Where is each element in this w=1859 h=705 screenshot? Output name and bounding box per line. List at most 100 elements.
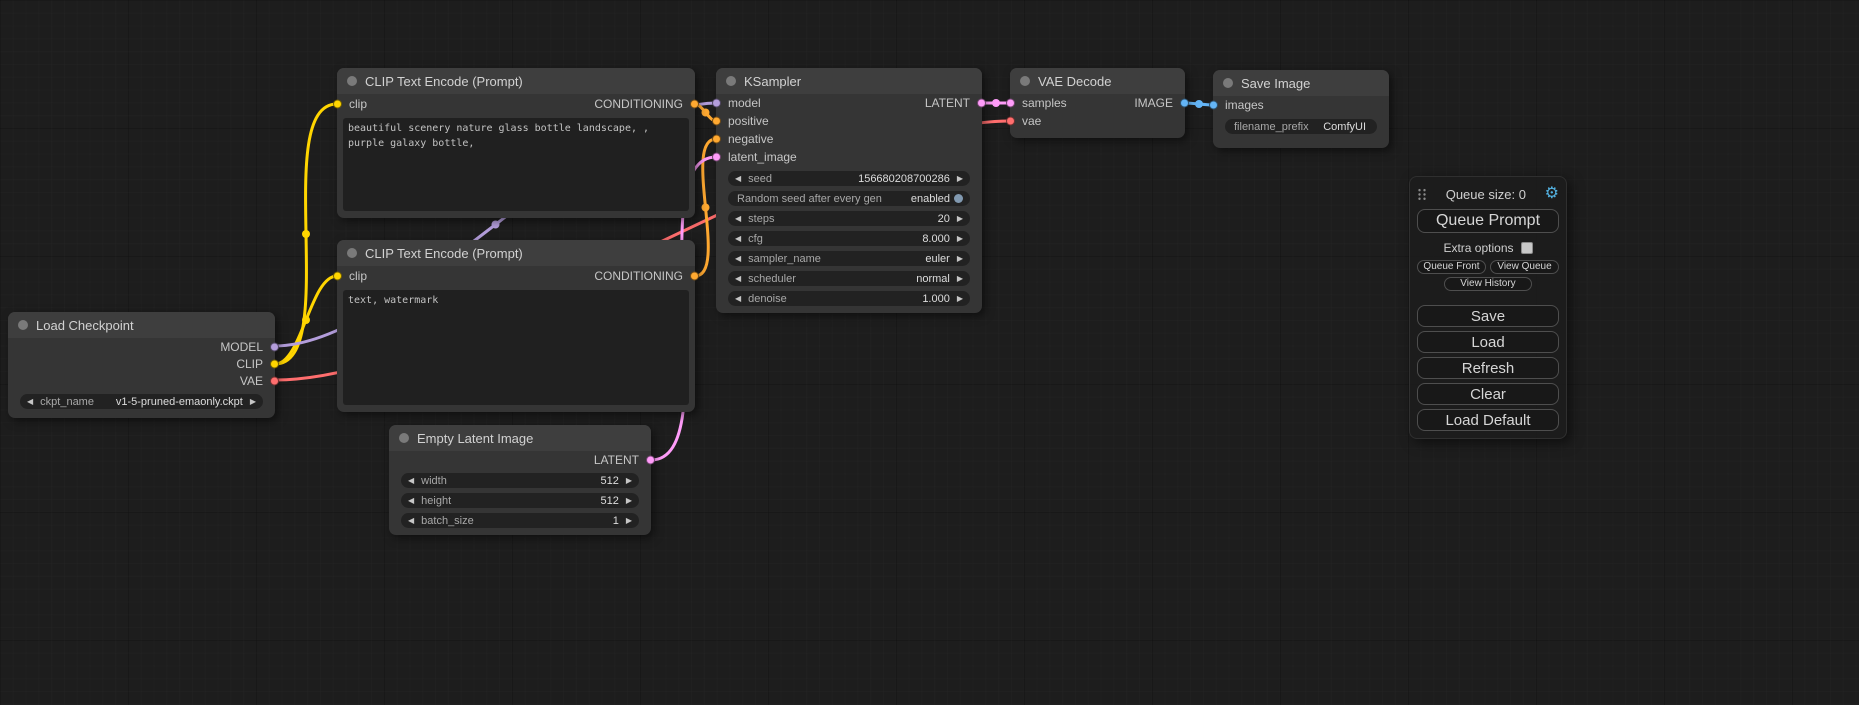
- increment-arrow-icon[interactable]: ▶: [626, 477, 632, 485]
- collapse-dot-icon[interactable]: [1223, 78, 1233, 88]
- latent-slot-dot[interactable]: [712, 153, 721, 162]
- increment-arrow-icon[interactable]: ▶: [957, 235, 963, 243]
- widget-scheduler[interactable]: ◀ scheduler normal ▶: [728, 271, 970, 286]
- collapse-dot-icon[interactable]: [399, 433, 409, 443]
- node-clip-text-encode-negative[interactable]: CLIP Text Encode (Prompt) clip CONDITION…: [337, 240, 695, 412]
- model-slot-dot[interactable]: [270, 342, 279, 351]
- decrement-arrow-icon[interactable]: ◀: [735, 275, 741, 283]
- latent-slot-dot[interactable]: [1006, 99, 1015, 108]
- extra-options-checkbox[interactable]: [1521, 242, 1533, 254]
- widget-denoise[interactable]: ◀ denoise 1.000 ▶: [728, 291, 970, 306]
- input-slot-clip[interactable]: clip: [349, 269, 367, 283]
- output-slot-image[interactable]: IMAGE: [1134, 96, 1173, 110]
- view-history-button[interactable]: View History: [1444, 277, 1532, 291]
- node-load-checkpoint[interactable]: Load Checkpoint MODEL CLIP VAE ◀ ckpt_na…: [8, 312, 275, 418]
- negative-prompt-textarea[interactable]: text, watermark: [343, 290, 689, 405]
- node-vae-decode[interactable]: VAE Decode samples IMAGE vae: [1010, 68, 1185, 138]
- input-slot-negative[interactable]: negative: [728, 132, 773, 146]
- widget-random-seed-toggle[interactable]: Random seed after every gen enabled: [728, 191, 970, 206]
- node-title-bar[interactable]: CLIP Text Encode (Prompt): [337, 68, 695, 94]
- input-slot-samples[interactable]: samples: [1022, 96, 1067, 110]
- queue-front-button[interactable]: Queue Front: [1417, 260, 1486, 274]
- clip-slot-dot[interactable]: [270, 359, 279, 368]
- node-title-bar[interactable]: CLIP Text Encode (Prompt): [337, 240, 695, 266]
- image-slot-dot[interactable]: [1209, 101, 1218, 110]
- node-title-bar[interactable]: Empty Latent Image: [389, 425, 651, 451]
- latent-slot-dot[interactable]: [977, 99, 986, 108]
- widget-steps[interactable]: ◀ steps 20 ▶: [728, 211, 970, 226]
- load-button[interactable]: Load: [1417, 331, 1559, 353]
- node-clip-text-encode-positive[interactable]: CLIP Text Encode (Prompt) clip CONDITION…: [337, 68, 695, 218]
- settings-gear-icon[interactable]: ⚙: [1545, 186, 1559, 202]
- clear-button[interactable]: Clear: [1417, 383, 1559, 405]
- collapse-dot-icon[interactable]: [347, 76, 357, 86]
- input-slot-images[interactable]: images: [1225, 98, 1264, 112]
- widget-width[interactable]: ◀ width 512 ▶: [401, 473, 639, 488]
- toggle-dot-icon[interactable]: [954, 194, 963, 203]
- save-button[interactable]: Save: [1417, 305, 1559, 327]
- input-slot-clip[interactable]: clip: [349, 97, 367, 111]
- output-slot-model[interactable]: MODEL: [220, 340, 263, 354]
- vae-slot-dot[interactable]: [270, 376, 279, 385]
- increment-arrow-icon[interactable]: ▶: [626, 517, 632, 525]
- decrement-arrow-icon[interactable]: ◀: [27, 398, 33, 406]
- output-slot-latent[interactable]: LATENT: [594, 453, 639, 467]
- node-ksampler[interactable]: KSampler model LATENT positive negative: [716, 68, 982, 313]
- node-graph-canvas[interactable]: Load Checkpoint MODEL CLIP VAE ◀ ckpt_na…: [0, 0, 1859, 705]
- node-empty-latent-image[interactable]: Empty Latent Image LATENT ◀ width 512 ▶ …: [389, 425, 651, 535]
- vae-slot-dot[interactable]: [1006, 117, 1015, 126]
- output-slot-latent[interactable]: LATENT: [925, 96, 970, 110]
- widget-cfg[interactable]: ◀ cfg 8.000 ▶: [728, 231, 970, 246]
- increment-arrow-icon[interactable]: ▶: [957, 215, 963, 223]
- node-title-bar[interactable]: VAE Decode: [1010, 68, 1185, 94]
- output-slot-vae[interactable]: VAE: [240, 374, 263, 388]
- load-default-button[interactable]: Load Default: [1417, 409, 1559, 431]
- collapse-dot-icon[interactable]: [18, 320, 28, 330]
- refresh-button[interactable]: Refresh: [1417, 357, 1559, 379]
- clip-slot-dot[interactable]: [333, 272, 342, 281]
- model-slot-dot[interactable]: [712, 99, 721, 108]
- increment-arrow-icon[interactable]: ▶: [626, 497, 632, 505]
- widget-filename-prefix[interactable]: filename_prefix ComfyUI: [1225, 119, 1377, 134]
- increment-arrow-icon[interactable]: ▶: [250, 398, 256, 406]
- latent-slot-dot[interactable]: [646, 455, 655, 464]
- widget-ckpt-name[interactable]: ◀ ckpt_name v1-5-pruned-emaonly.ckpt ▶: [20, 394, 263, 409]
- increment-arrow-icon[interactable]: ▶: [957, 275, 963, 283]
- decrement-arrow-icon[interactable]: ◀: [408, 497, 414, 505]
- decrement-arrow-icon[interactable]: ◀: [408, 477, 414, 485]
- conditioning-slot-dot[interactable]: [690, 100, 699, 109]
- output-slot-conditioning[interactable]: CONDITIONING: [594, 97, 683, 111]
- input-slot-positive[interactable]: positive: [728, 114, 769, 128]
- node-save-image[interactable]: Save Image images filename_prefix ComfyU…: [1213, 70, 1389, 148]
- image-slot-dot[interactable]: [1180, 99, 1189, 108]
- node-title-bar[interactable]: KSampler: [716, 68, 982, 94]
- decrement-arrow-icon[interactable]: ◀: [735, 215, 741, 223]
- decrement-arrow-icon[interactable]: ◀: [735, 235, 741, 243]
- widget-seed[interactable]: ◀ seed 156680208700286 ▶: [728, 171, 970, 186]
- conditioning-slot-dot[interactable]: [690, 272, 699, 281]
- collapse-dot-icon[interactable]: [726, 76, 736, 86]
- node-title-bar[interactable]: Load Checkpoint: [8, 312, 275, 338]
- increment-arrow-icon[interactable]: ▶: [957, 255, 963, 263]
- widget-batch-size[interactable]: ◀ batch_size 1 ▶: [401, 513, 639, 528]
- output-slot-clip[interactable]: CLIP: [236, 357, 263, 371]
- drag-handle-icon[interactable]: [1417, 188, 1427, 201]
- clip-slot-dot[interactable]: [333, 100, 342, 109]
- conditioning-slot-dot[interactable]: [712, 117, 721, 126]
- increment-arrow-icon[interactable]: ▶: [957, 175, 963, 183]
- input-slot-latent-image[interactable]: latent_image: [728, 150, 797, 164]
- decrement-arrow-icon[interactable]: ◀: [735, 295, 741, 303]
- decrement-arrow-icon[interactable]: ◀: [735, 175, 741, 183]
- output-slot-conditioning[interactable]: CONDITIONING: [594, 269, 683, 283]
- view-queue-button[interactable]: View Queue: [1490, 260, 1559, 274]
- decrement-arrow-icon[interactable]: ◀: [408, 517, 414, 525]
- positive-prompt-textarea[interactable]: beautiful scenery nature glass bottle la…: [343, 118, 689, 211]
- node-title-bar[interactable]: Save Image: [1213, 70, 1389, 96]
- widget-height[interactable]: ◀ height 512 ▶: [401, 493, 639, 508]
- widget-sampler-name[interactable]: ◀ sampler_name euler ▶: [728, 251, 970, 266]
- increment-arrow-icon[interactable]: ▶: [957, 295, 963, 303]
- input-slot-model[interactable]: model: [728, 96, 761, 110]
- decrement-arrow-icon[interactable]: ◀: [735, 255, 741, 263]
- conditioning-slot-dot[interactable]: [712, 135, 721, 144]
- collapse-dot-icon[interactable]: [347, 248, 357, 258]
